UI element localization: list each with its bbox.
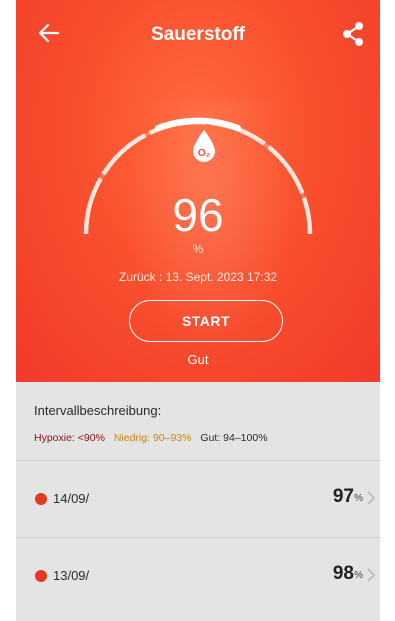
interval-legend: Hypoxie: <90% Niedrig: 90–93% Gut: 94–10… [34,432,274,444]
page-title: Sauerstoff [151,24,245,45]
history-row[interactable]: 13/09/ 98 % [16,538,380,614]
legend-hypoxie: Hypoxie: <90% [34,432,105,444]
legend-low: Niedrig: 90–93% [113,432,192,444]
interval-title: Intervallbeschreibung: [34,403,162,418]
start-button[interactable]: START [129,300,283,342]
history-unit: % [354,493,363,504]
app-screen: Sauerstoff O₂ 96 % Zurück: 13. Sept. 20… [16,0,380,621]
history-row[interactable]: 14/09/ 97 % [16,461,380,537]
history-date: 13/09/ [53,568,90,583]
last-measurement-time: Zurück : 13. Sept. 2023 17:32 [118,270,278,284]
status-dot [35,493,47,505]
history-value: 98 [332,563,354,584]
oxygen-value: 96 [172,189,224,241]
share-button[interactable] [340,20,366,48]
chevron-right-icon [367,568,376,582]
share-icon [343,22,363,46]
chevron-right-icon [367,491,376,505]
interval-description: Intervallbeschreibung: Hypoxie: <90% Nie… [16,382,380,460]
o2-drop-icon: O₂ [193,130,215,162]
history-unit: % [354,570,363,581]
status-dot [35,570,47,582]
history-value: 97 [332,486,354,507]
status-label: Gut [187,352,209,367]
top-bar: Sauerstoff [16,0,380,70]
legend-good: Gut: 94–100% [200,432,268,444]
svg-text:O₂: O₂ [198,148,210,159]
oxygen-unit: % [192,242,204,256]
oxygen-hero-panel: Sauerstoff O₂ 96 % Zurück: 13. Sept. 20… [16,0,380,382]
history-date: 14/09/ [53,491,90,506]
